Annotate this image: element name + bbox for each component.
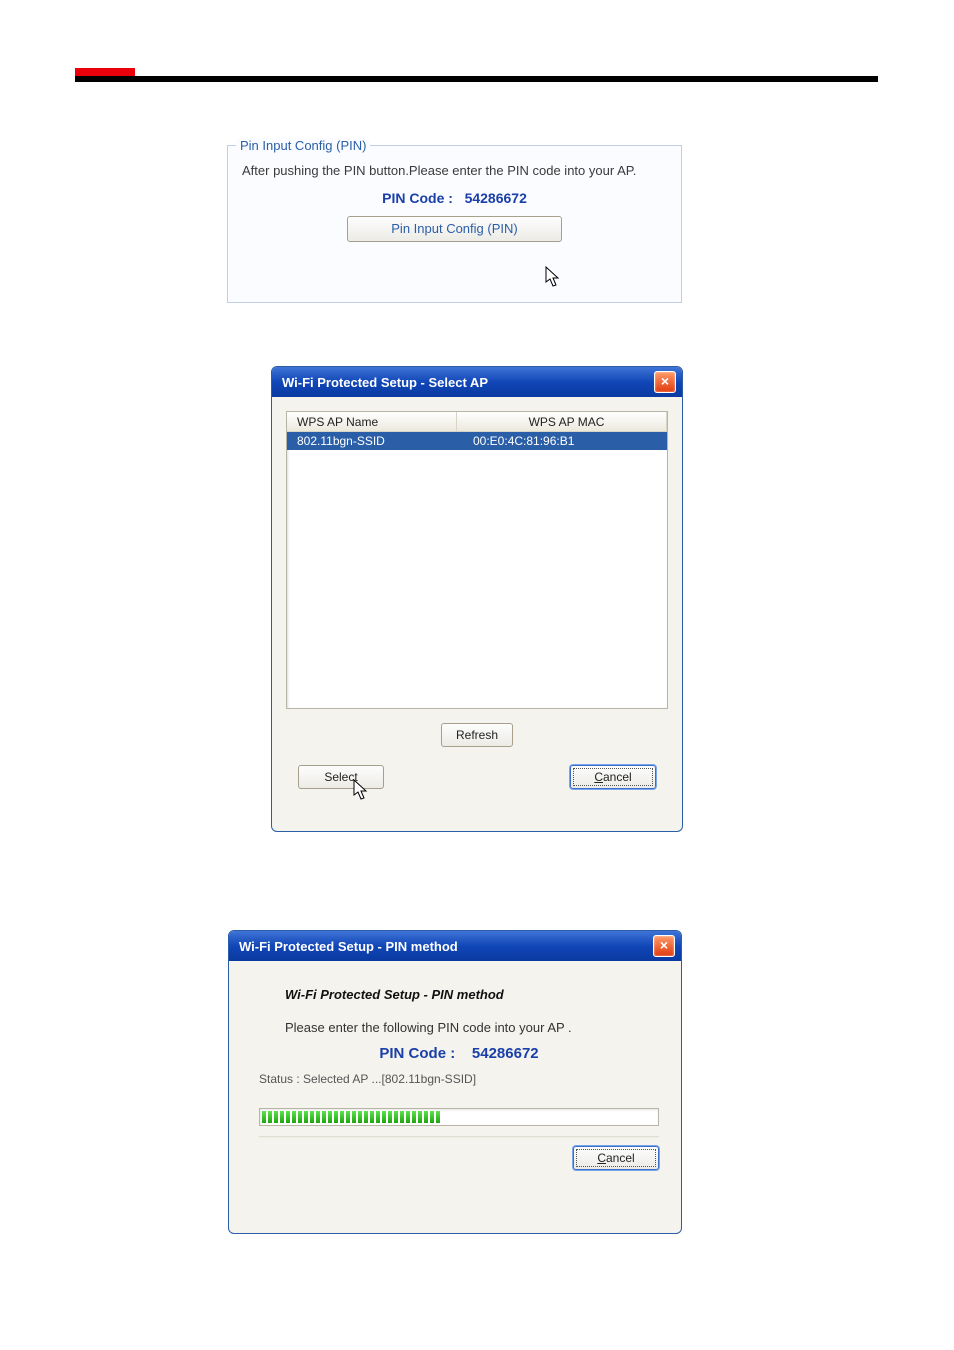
col-header-name[interactable]: WPS AP Name — [287, 412, 457, 432]
ap-list-header: WPS AP Name WPS AP MAC — [287, 412, 667, 432]
pin-code-line: PIN Code : 54286672 — [259, 1045, 659, 1062]
ap-row-mac: 00:E0:4C:81:96:B1 — [457, 432, 667, 450]
pin-input-groupbox: Pin Input Config (PIN) After pushing the… — [227, 145, 682, 303]
progress-bar — [259, 1108, 659, 1126]
pin-code-label: PIN Code : — [379, 1045, 455, 1062]
separator — [259, 1136, 659, 1138]
pin-method-heading: Wi-Fi Protected Setup - PIN method — [285, 987, 659, 1002]
pin-code-value: 54286672 — [472, 1045, 539, 1062]
select-button[interactable]: Select — [298, 765, 384, 789]
pin-method-status: Status : Selected AP ...[802.11bgn-SSID] — [259, 1072, 659, 1086]
groupbox-description: After pushing the PIN button.Please ente… — [242, 162, 667, 180]
ap-list-row[interactable]: 802.11bgn-SSID 00:E0:4C:81:96:B1 — [287, 432, 667, 450]
select-ap-dialog: Wi-Fi Protected Setup - Select AP × WPS … — [271, 366, 683, 832]
cancel-button[interactable]: Cancel — [573, 1146, 659, 1170]
col-header-mac[interactable]: WPS AP MAC — [457, 412, 667, 432]
pin-method-dialog: Wi-Fi Protected Setup - PIN method × Wi-… — [228, 930, 682, 1234]
pin-method-instruction: Please enter the following PIN code into… — [285, 1020, 659, 1035]
close-button[interactable]: × — [653, 935, 675, 957]
dialog-titlebar[interactable]: Wi-Fi Protected Setup - Select AP × — [272, 367, 682, 397]
header-accent-black — [75, 76, 878, 82]
pin-code-line: PIN Code : 54286672 — [242, 190, 667, 206]
pin-code-label: PIN Code : — [382, 190, 453, 206]
refresh-button[interactable]: Refresh — [441, 723, 513, 747]
dialog-titlebar[interactable]: Wi-Fi Protected Setup - PIN method × — [229, 931, 681, 961]
dialog-title: Wi-Fi Protected Setup - Select AP — [282, 375, 488, 390]
close-button[interactable]: × — [654, 371, 676, 393]
cancel-button[interactable]: Cancel — [570, 765, 656, 789]
close-icon: × — [661, 373, 669, 389]
pin-code-value: 54286672 — [465, 190, 527, 206]
groupbox-legend: Pin Input Config (PIN) — [236, 138, 370, 153]
ap-row-name: 802.11bgn-SSID — [287, 432, 457, 450]
cursor-icon — [544, 266, 564, 288]
header-accent-red — [75, 68, 135, 76]
close-icon: × — [660, 937, 668, 953]
ap-list[interactable]: WPS AP Name WPS AP MAC 802.11bgn-SSID 00… — [286, 411, 668, 709]
dialog-title: Wi-Fi Protected Setup - PIN method — [239, 939, 458, 954]
pin-input-config-button[interactable]: Pin Input Config (PIN) — [347, 216, 562, 242]
progress-fill — [262, 1111, 439, 1123]
